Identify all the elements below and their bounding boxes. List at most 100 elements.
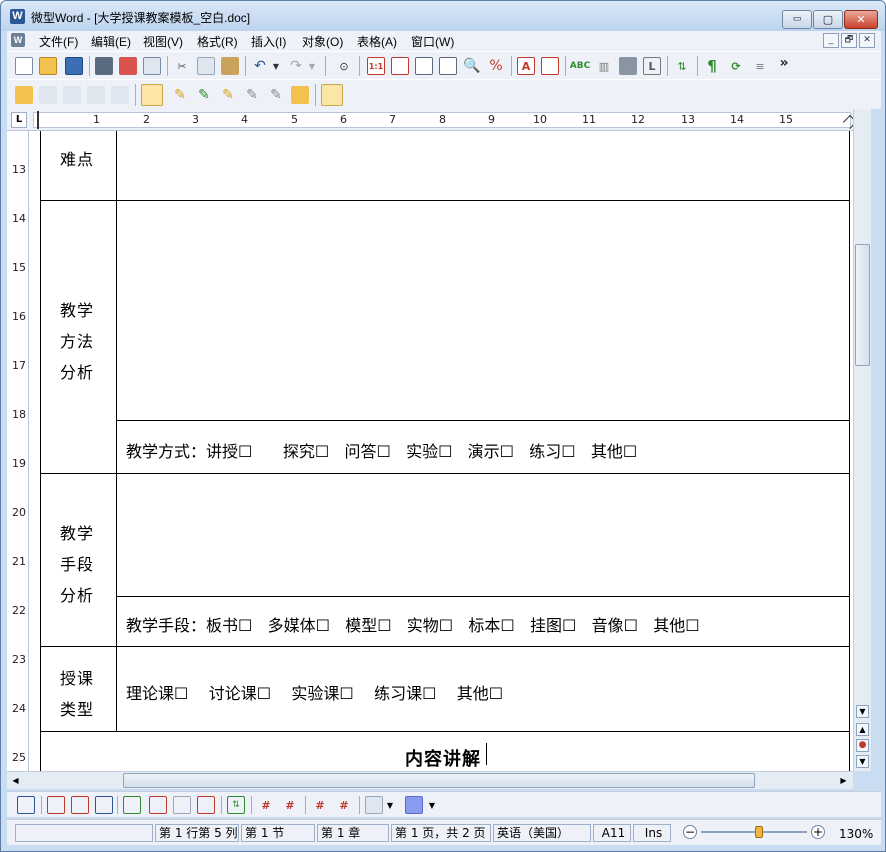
border-style-icon[interactable] — [365, 796, 383, 814]
border-style-dropdown-icon[interactable]: ▼ — [385, 796, 395, 814]
text-direction-icon[interactable]: ⟳ — [727, 57, 745, 75]
copy-icon[interactable] — [197, 57, 215, 75]
insert-comment-icon[interactable] — [15, 86, 33, 104]
difficulty-cell[interactable] — [117, 131, 849, 200]
merge-cells-icon[interactable] — [123, 796, 141, 814]
scroll-down-arrow-icon[interactable]: ▼ — [856, 705, 869, 718]
zoom-slider[interactable] — [701, 831, 807, 833]
menu-format[interactable]: 格式(R) — [197, 33, 238, 50]
shading-icon[interactable] — [619, 57, 637, 75]
page-width-icon[interactable] — [391, 57, 409, 75]
columns-icon[interactable]: ▥ — [595, 57, 613, 75]
print-icon[interactable] — [95, 57, 113, 75]
font-color-icon[interactable]: A — [517, 57, 535, 75]
add-column-icon[interactable]: # — [281, 796, 299, 814]
previous-comment-icon[interactable] — [87, 86, 105, 104]
open-folder-icon[interactable] — [39, 57, 57, 75]
delete-row-icon[interactable]: # — [311, 796, 329, 814]
method-content-cell[interactable] — [117, 201, 849, 420]
next-change-icon[interactable]: ✎ — [243, 86, 261, 104]
browse-object-icon[interactable]: ● — [856, 739, 869, 752]
table-properties-icon[interactable] — [197, 796, 215, 814]
highlight-icon[interactable] — [541, 57, 559, 75]
means-options[interactable]: 教学手段：板书☐ 多媒体☐ 模型☐ 实物☐ 标本☐ 挂图☐ 音像☐ 其他☐ — [126, 612, 700, 636]
undo-dropdown-icon[interactable]: ▼ — [271, 57, 281, 75]
maximize-button[interactable]: ▢ — [813, 10, 843, 29]
horizontal-scrollbar[interactable]: ◀ ▶ — [7, 771, 853, 789]
reject-change-icon[interactable]: ✎ — [195, 86, 213, 104]
print-preview-icon[interactable] — [143, 57, 161, 75]
lesson-type-options[interactable]: 理论课☐ 讨论课☐ 实验课☐ 练习课☐ 其他☐ — [126, 680, 503, 704]
insert-column-icon[interactable] — [95, 796, 113, 814]
paragraph-marks-icon[interactable]: ¶ — [703, 57, 721, 75]
accept-change-icon[interactable]: ✎ — [171, 86, 189, 104]
menu-object[interactable]: 对象(O) — [302, 33, 343, 50]
vertical-scrollbar[interactable]: ▼ ▲ ● ▼ — [853, 109, 871, 771]
horizontal-ruler[interactable]: L 1 2 3 4 5 6 7 8 9 10 11 12 13 14 15 — [7, 109, 859, 131]
next-page-icon[interactable]: ▼ — [856, 755, 869, 768]
status-insert-mode[interactable]: Ins — [633, 824, 671, 842]
delete-comment-icon[interactable] — [63, 86, 81, 104]
redo-icon[interactable]: ↷ — [287, 57, 305, 75]
zoom-out-icon[interactable]: − — [683, 825, 697, 839]
zoom-in-icon[interactable]: 🔍 — [463, 57, 481, 75]
means-content-cell[interactable] — [117, 474, 849, 596]
zoom-slider-thumb[interactable] — [755, 826, 763, 838]
new-document-icon[interactable] — [15, 57, 33, 75]
previous-page-icon[interactable]: ▲ — [856, 723, 869, 736]
frame-icon[interactable]: L — [643, 57, 661, 75]
insert-row-above-icon[interactable] — [47, 796, 65, 814]
split-cells-icon[interactable] — [149, 796, 167, 814]
menu-insert[interactable]: 插入(I) — [251, 33, 286, 50]
track-changes-icon[interactable] — [141, 84, 163, 106]
close-button[interactable]: ✕ — [844, 10, 878, 29]
previous-change-icon[interactable]: ✎ — [219, 86, 237, 104]
tab-stop-selector[interactable]: L — [11, 112, 27, 128]
zoom-in-button-icon[interactable]: + — [811, 825, 825, 839]
pdf-export-icon[interactable] — [119, 57, 137, 75]
scroll-left-arrow-icon[interactable]: ◀ — [9, 774, 22, 787]
two-pages-icon[interactable] — [439, 57, 457, 75]
add-row-icon[interactable]: # — [257, 796, 275, 814]
menu-table[interactable]: 表格(A) — [357, 33, 397, 50]
indent-marker[interactable] — [37, 111, 47, 129]
word-app-icon[interactable]: W — [10, 9, 25, 24]
method-options[interactable]: 教学方式：讲授☐ 探究☐ 问答☐ 实验☐ 演示☐ 练习☐ 其他☐ — [126, 438, 637, 462]
mdi-minimize-icon[interactable]: _ — [823, 33, 839, 48]
accept-all-icon[interactable]: ✎ — [267, 86, 285, 104]
mdi-restore-icon[interactable]: 🗗 — [841, 33, 857, 48]
menu-view[interactable]: 视图(V) — [143, 33, 183, 50]
edit-comment-icon[interactable] — [39, 86, 57, 104]
spell-check-icon[interactable]: ABC — [570, 57, 590, 75]
whole-page-icon[interactable] — [415, 57, 433, 75]
reviewing-pane-icon[interactable] — [291, 86, 309, 104]
shading-color-icon[interactable] — [405, 796, 423, 814]
paste-icon[interactable] — [221, 57, 239, 75]
minimize-button[interactable]: ▭ — [782, 10, 812, 29]
toolbar-overflow-icon[interactable]: » — [775, 54, 793, 72]
document-icon[interactable]: W — [11, 33, 25, 47]
next-comment-icon[interactable] — [111, 86, 129, 104]
shading-dropdown-icon[interactable]: ▼ — [427, 796, 437, 814]
menu-file[interactable]: 文件(F) — [39, 33, 78, 50]
scroll-right-arrow-icon[interactable]: ▶ — [837, 774, 850, 787]
find-binoculars-icon[interactable]: ⊙ — [335, 57, 353, 75]
mdi-close-icon[interactable]: ✕ — [859, 33, 875, 48]
save-icon[interactable] — [65, 57, 83, 75]
document-page[interactable]: 难点 教学 方法 分析 教学方式：讲授☐ 探究☐ 问答☐ 实验☐ 演示☐ 练习☐… — [29, 131, 853, 771]
delete-column-icon[interactable]: # — [335, 796, 353, 814]
horizontal-scroll-thumb[interactable] — [123, 773, 755, 788]
show-markup-icon[interactable] — [321, 84, 343, 106]
actual-size-icon[interactable]: 1:1 — [367, 57, 385, 75]
undo-icon[interactable]: ↶ — [251, 57, 269, 75]
insert-row-below-icon[interactable] — [71, 796, 89, 814]
redo-dropdown-icon[interactable]: ▼ — [307, 57, 317, 75]
stack-icon[interactable]: ≡ — [751, 57, 769, 75]
menu-edit[interactable]: 编辑(E) — [91, 33, 131, 50]
sort-icon[interactable]: ⇅ — [673, 57, 691, 75]
sort-ascending-icon[interactable]: ⇅ — [227, 796, 245, 814]
cut-icon[interactable]: ✂ — [173, 57, 191, 75]
insert-table-icon[interactable] — [17, 796, 35, 814]
content-section-title[interactable]: 内容讲解 — [405, 745, 481, 771]
zoom-percent-icon[interactable]: % — [487, 57, 505, 75]
